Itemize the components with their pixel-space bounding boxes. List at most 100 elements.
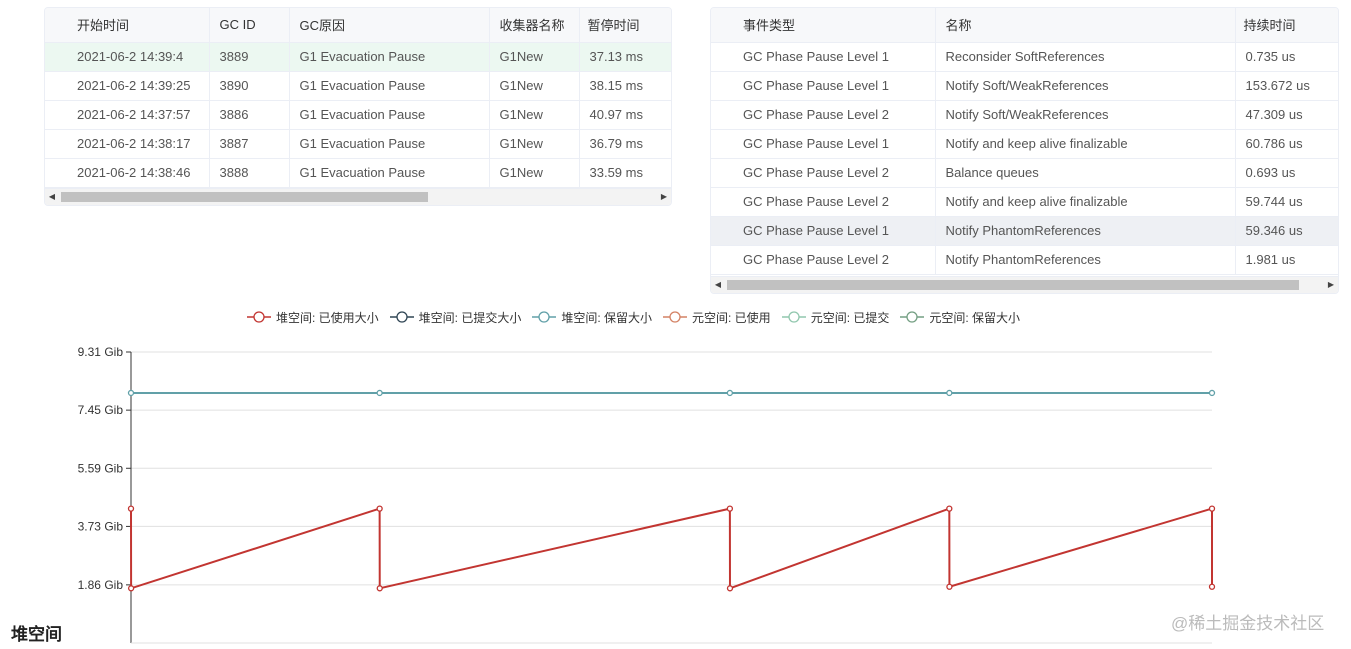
section-title: 堆空间	[11, 625, 62, 644]
cell-duration: 0.735 us	[1235, 42, 1338, 72]
y-tick-label: 7.45 Gib	[78, 403, 124, 417]
legend-marker-icon	[663, 311, 688, 323]
data-point	[726, 389, 734, 397]
data-point	[127, 585, 135, 592]
scroll-left-icon[interactable]: ◀	[45, 189, 59, 205]
cell-name: Reconsider SoftReferences	[935, 42, 1236, 72]
legend-item[interactable]: 元空间: 保留大小	[899, 309, 1020, 326]
cell-event-type: GC Phase Pause Level 2	[711, 245, 936, 275]
table-row[interactable]: GC Phase Pause Level 1 Notify Soft/WeakR…	[711, 71, 1338, 101]
table-row[interactable]: GC Phase Pause Level 1 Notify and keep a…	[711, 129, 1338, 159]
cell-gc-reason: G1 Evacuation Pause	[289, 71, 490, 101]
cell-collector: G1New	[489, 129, 580, 159]
cell-duration: 47.309 us	[1235, 100, 1338, 130]
legend-label: 元空间: 保留大小	[929, 310, 1021, 325]
legend-item[interactable]: 元空间: 已提交	[781, 309, 890, 326]
legend-item[interactable]: 堆空间: 已使用大小	[246, 309, 379, 326]
cell-event-type: GC Phase Pause Level 1	[711, 216, 936, 246]
legend-label: 元空间: 已提交	[810, 310, 890, 325]
cell-gc-reason: G1 Evacuation Pause	[289, 129, 490, 159]
table-row[interactable]: 2021-06-2 14:38:17 3887 G1 Evacuation Pa…	[45, 129, 671, 159]
table-row[interactable]: 2021-06-2 14:39:4 3889 G1 Evacuation Pau…	[45, 42, 671, 72]
cell-gc-id: 3890	[209, 71, 290, 101]
cell-gc-id: 3889	[209, 42, 290, 72]
cell-gc-reason: G1 Evacuation Pause	[289, 100, 490, 130]
col-pause-time[interactable]: 暂停时间	[579, 8, 671, 43]
scroll-right-icon[interactable]: ▶	[657, 189, 671, 205]
cell-name: Notify Soft/WeakReferences	[935, 100, 1236, 130]
cell-start-time: 2021-06-2 14:39:4	[45, 42, 210, 72]
y-tick-label: 5.59 Gib	[78, 461, 124, 475]
cell-pause-time: 36.79 ms	[579, 129, 671, 159]
col-start-time[interactable]: 开始时间	[45, 8, 210, 43]
legend-marker-icon	[389, 311, 414, 323]
cell-name: Notify PhantomReferences	[935, 216, 1236, 246]
cell-name: Notify and keep alive finalizable	[935, 187, 1236, 217]
col-gc-id[interactable]: GC ID	[209, 8, 290, 43]
cell-collector: G1New	[489, 42, 580, 72]
table-row[interactable]: 2021-06-2 14:39:25 3890 G1 Evacuation Pa…	[45, 71, 671, 101]
scroll-right-icon[interactable]: ▶	[1324, 277, 1338, 293]
watermark: @稀土掘金技术社区	[1171, 614, 1325, 633]
cell-start-time: 2021-06-2 14:38:17	[45, 129, 210, 159]
cell-name: Notify Soft/WeakReferences	[935, 71, 1236, 101]
y-tick-label: 1.86 Gib	[78, 578, 124, 592]
scrollbar-thumb[interactable]	[61, 192, 428, 202]
phase-table-header: 事件类型 名称 持续时间	[711, 8, 1338, 43]
cell-name: Notify and keep alive finalizable	[935, 129, 1236, 159]
gc-table-header: 开始时间 GC ID GC原因 收集器名称 暂停时间	[45, 8, 671, 43]
heap-space-chart: 1.86 Gib 3.73 Gib 5.59 Gib 7.45 Gib 9.31 Gib	[78, 345, 1216, 644]
gc-phase-table: 事件类型 名称 持续时间 GC Phase Pause Level 1 Reco…	[710, 7, 1339, 294]
col-duration[interactable]: 持续时间	[1235, 8, 1338, 43]
col-collector-name[interactable]: 收集器名称	[489, 8, 580, 43]
cell-duration: 0.693 us	[1235, 158, 1338, 188]
cell-start-time: 2021-06-2 14:37:57	[45, 100, 210, 130]
cell-pause-time: 33.59 ms	[579, 158, 671, 188]
table-row[interactable]: GC Phase Pause Level 2 Balance queues 0.…	[711, 158, 1338, 188]
table-row[interactable]: GC Phase Pause Level 1 Reconsider SoftRe…	[711, 42, 1338, 72]
data-point	[946, 583, 953, 590]
cell-pause-time: 37.13 ms	[579, 42, 671, 72]
phase-table-horizontal-scrollbar[interactable]: ◀ ▶	[711, 276, 1338, 293]
cell-collector: G1New	[489, 71, 580, 101]
cell-start-time: 2021-06-2 14:39:25	[45, 71, 210, 101]
legend-item[interactable]: 堆空间: 保留大小	[531, 309, 652, 326]
data-point	[946, 505, 953, 512]
cell-pause-time: 38.15 ms	[579, 71, 671, 101]
cell-gc-id: 3886	[209, 100, 290, 130]
table-row[interactable]: GC Phase Pause Level 2 Notify PhantomRef…	[711, 245, 1338, 275]
cell-start-time: 2021-06-2 14:38:46	[45, 158, 210, 188]
table-row[interactable]: GC Phase Pause Level 2 Notify and keep a…	[711, 187, 1338, 217]
y-tick-label: 3.73 Gib	[78, 519, 124, 533]
cell-gc-reason: G1 Evacuation Pause	[289, 42, 490, 72]
legend-marker-icon	[532, 311, 557, 323]
table-row[interactable]: 2021-06-2 14:38:46 3888 G1 Evacuation Pa…	[45, 158, 671, 188]
cell-event-type: GC Phase Pause Level 2	[711, 158, 936, 188]
cell-duration: 153.672 us	[1235, 71, 1338, 101]
col-name[interactable]: 名称	[935, 8, 1236, 43]
data-point	[726, 505, 734, 512]
legend-marker-icon	[247, 311, 271, 323]
cell-name: Notify PhantomReferences	[935, 245, 1236, 275]
data-point	[127, 505, 135, 512]
scroll-left-icon[interactable]: ◀	[711, 277, 725, 293]
cell-collector: G1New	[489, 158, 580, 188]
cell-duration: 60.786 us	[1235, 129, 1338, 159]
cell-gc-id: 3888	[209, 158, 290, 188]
legend-label: 元空间: 已使用	[692, 310, 771, 325]
legend-item[interactable]: 元空间: 已使用	[662, 309, 771, 326]
cell-name: Balance queues	[935, 158, 1236, 188]
table-row[interactable]: GC Phase Pause Level 1 Notify PhantomRef…	[711, 216, 1338, 246]
legend-item[interactable]: 堆空间: 已提交大小	[389, 309, 521, 326]
cell-event-type: GC Phase Pause Level 2	[711, 187, 936, 217]
col-gc-reason[interactable]: GC原因	[289, 8, 490, 43]
cell-collector: G1New	[489, 100, 580, 130]
table-row[interactable]: GC Phase Pause Level 2 Notify Soft/WeakR…	[711, 100, 1338, 130]
y-tick-label: 9.31 Gib	[78, 345, 124, 359]
table-row[interactable]: 2021-06-2 14:37:57 3886 G1 Evacuation Pa…	[45, 100, 671, 130]
gc-table-horizontal-scrollbar[interactable]: ◀ ▶	[45, 188, 671, 205]
col-event-type[interactable]: 事件类型	[711, 8, 936, 43]
cell-event-type: GC Phase Pause Level 1	[711, 42, 936, 72]
data-point	[946, 389, 953, 397]
scrollbar-thumb[interactable]	[727, 280, 1299, 290]
